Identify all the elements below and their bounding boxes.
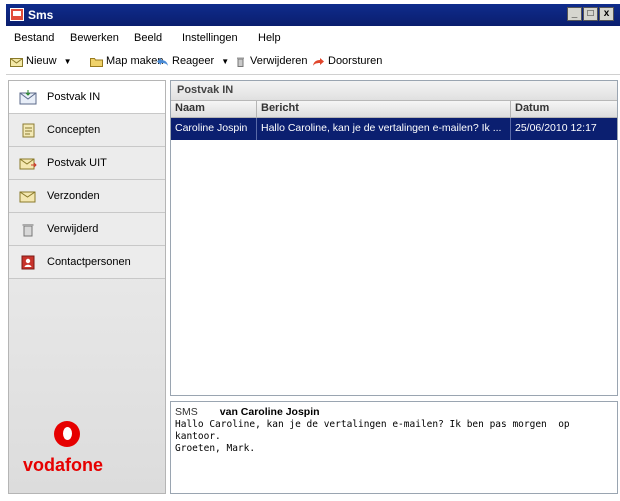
preview-type: SMS (175, 406, 198, 418)
preview-sender: van Caroline Jospin (219, 406, 320, 418)
column-headers: Naam Bericht Datum (171, 101, 617, 118)
column-datum[interactable]: Datum (511, 101, 617, 117)
new-button[interactable]: Nieuw ▼ (10, 55, 72, 67)
sidebar-item-label: Postvak UIT (47, 157, 107, 169)
new-label: Nieuw (26, 55, 57, 67)
vodafone-icon (54, 421, 80, 447)
reply-button[interactable]: Reageer ▼ (156, 55, 229, 67)
new-folder-button[interactable]: Map maken (90, 55, 163, 67)
close-button[interactable]: x (599, 7, 614, 21)
trash-icon (237, 57, 244, 67)
table-row[interactable]: Caroline Jospin Hallo Caroline, kan je d… (171, 118, 617, 140)
window-title: Sms (28, 8, 54, 22)
sidebar-item-verzonden[interactable]: Verzonden (9, 180, 165, 213)
new-message-icon (10, 57, 23, 67)
folder-icon (90, 57, 103, 67)
forward-label: Doorsturen (328, 55, 383, 67)
title-bar[interactable]: Sms _ □ x (6, 4, 620, 26)
folder-header: Postvak IN (171, 81, 617, 101)
menu-bar: Bestand Bewerken Beeld Instellingen Help (6, 28, 620, 48)
brand-name: vodafone (23, 455, 104, 475)
outbox-icon (19, 158, 37, 169)
app-icon (10, 8, 24, 21)
sidebar-item-postvak-in[interactable]: Postvak IN (9, 81, 165, 114)
sent-icon (19, 191, 36, 202)
trash-icon (22, 223, 34, 236)
forward-button[interactable]: Doorsturen (312, 55, 382, 67)
reply-label: Reageer (172, 55, 215, 67)
sidebar-item-label: Verwijderd (47, 223, 99, 235)
maximize-button[interactable]: □ (583, 7, 598, 21)
sidebar-item-contactpersonen[interactable]: Contactpersonen (9, 246, 165, 279)
preview-header: SMS van Caroline Jospin (175, 406, 613, 418)
column-bericht[interactable]: Bericht (257, 101, 511, 117)
reply-icon (157, 57, 168, 66)
menu-instellingen[interactable]: Instellingen (182, 32, 238, 44)
vodafone-logo: vodafone (23, 421, 133, 481)
cell-message: Hallo Caroline, kan je de vertalingen e-… (257, 118, 511, 140)
inbox-icon (19, 89, 37, 104)
folder-sidebar: Postvak IN Concepten Postvak UIT Verzond… (8, 80, 166, 494)
chevron-down-icon[interactable]: ▼ (221, 57, 229, 66)
sidebar-item-verwijderd[interactable]: Verwijderd (9, 213, 165, 246)
minimize-button[interactable]: _ (567, 7, 582, 21)
window-controls: _ □ x (567, 7, 614, 21)
drafts-icon (22, 123, 35, 137)
menu-bestand[interactable]: Bestand (14, 32, 54, 44)
menu-help[interactable]: Help (258, 32, 281, 44)
menu-bewerken[interactable]: Bewerken (70, 32, 119, 44)
sidebar-item-label: Concepten (47, 124, 101, 136)
new-folder-label: Map maken (106, 55, 164, 67)
sidebar-item-label: Postvak IN (47, 91, 101, 103)
forward-icon (313, 57, 324, 66)
menu-beeld[interactable]: Beeld (134, 32, 162, 44)
message-list-panel: Postvak IN Naam Bericht Datum Caroline J… (170, 80, 618, 396)
message-preview: SMS van Caroline Jospin Hallo Caroline, … (170, 401, 618, 494)
sidebar-item-postvak-uit[interactable]: Postvak UIT (9, 147, 165, 180)
cell-name: Caroline Jospin (171, 118, 257, 140)
cell-date: 25/06/2010 12:17 (515, 122, 597, 134)
delete-label: Verwijderen (250, 55, 308, 67)
toolbar: Nieuw ▼ Map maken Reageer ▼ Verwijderen … (6, 50, 620, 75)
sidebar-item-label: Contactpersonen (47, 256, 131, 268)
chevron-down-icon[interactable]: ▼ (64, 57, 72, 66)
sidebar-item-label: Verzonden (47, 190, 100, 202)
sidebar-item-concepten[interactable]: Concepten (9, 114, 165, 147)
preview-body: Hallo Caroline, kan je de vertalingen e-… (175, 419, 570, 454)
delete-button[interactable]: Verwijderen (234, 55, 307, 67)
column-naam[interactable]: Naam (171, 101, 257, 117)
contacts-icon (21, 255, 35, 269)
sms-window: Sms _ □ x Bestand Bewerken Beeld Instell… (0, 0, 620, 501)
